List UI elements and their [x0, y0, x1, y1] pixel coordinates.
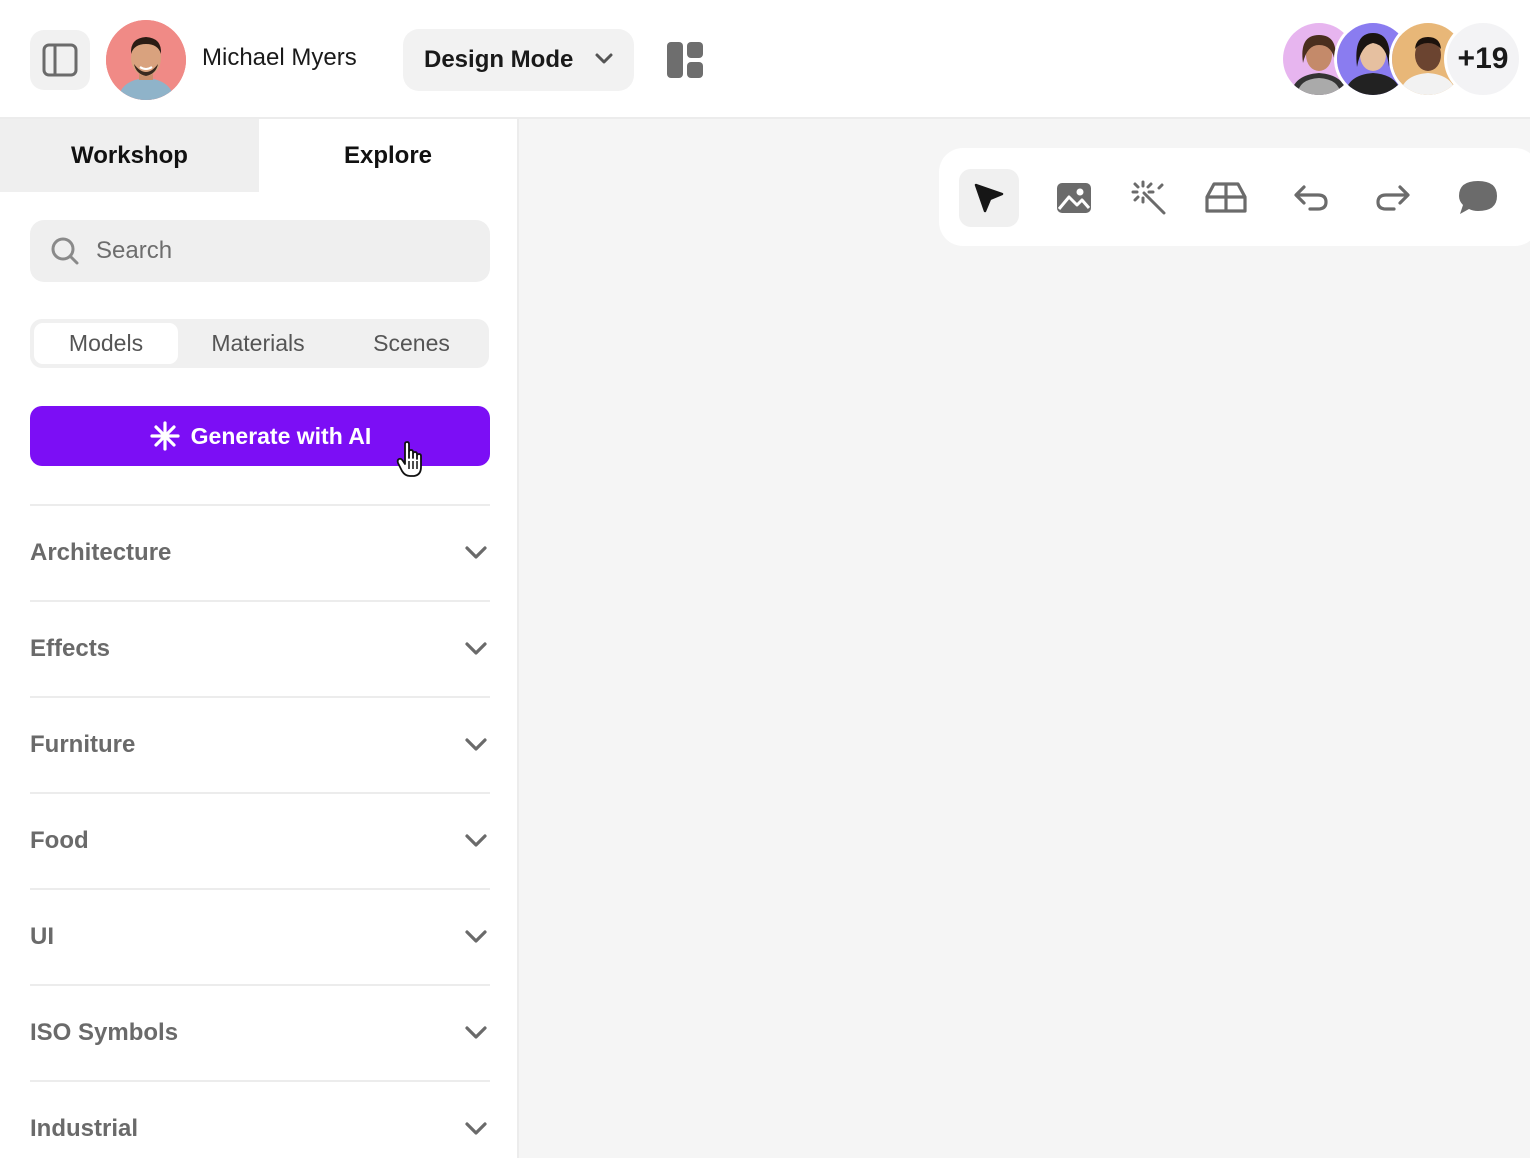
category-label: ISO Symbols [30, 1019, 179, 1046]
category-iso-symbols[interactable]: ISO Symbols [30, 984, 490, 1080]
chevron-down-icon [595, 53, 613, 64]
search-icon [51, 237, 79, 265]
category-ui[interactable]: UI [30, 888, 490, 984]
redo-button[interactable] [1363, 169, 1423, 227]
top-bar: Michael Myers Design Mode +19 [0, 0, 1530, 119]
comment-icon [1459, 181, 1497, 214]
category-label: Furniture [30, 731, 136, 758]
category-furniture[interactable]: Furniture [30, 696, 490, 792]
canvas-toolbar [939, 148, 1530, 246]
tab-workshop[interactable]: Workshop [0, 119, 259, 192]
image-icon [1057, 183, 1091, 213]
panel-tabs: Workshop Explore [0, 119, 517, 192]
layout-grid-icon [667, 42, 703, 78]
design-canvas[interactable] [519, 119, 1530, 1158]
3d-tool-button[interactable] [1196, 169, 1256, 227]
left-sidebar: Workshop Explore Models Materials Scenes… [0, 119, 519, 1158]
user-avatar[interactable] [106, 20, 186, 100]
user-avatar-image [106, 20, 186, 100]
collaborator-avatars[interactable]: +19 [1280, 20, 1522, 98]
generate-button-label: Generate with AI [190, 422, 372, 449]
magic-tool-button[interactable] [1119, 169, 1179, 227]
redo-icon [1376, 185, 1410, 211]
search-bar[interactable] [30, 220, 490, 282]
chevron-down-icon [465, 738, 487, 751]
sidebar-panel-icon [42, 43, 78, 77]
category-label: UI [30, 923, 54, 950]
magic-wand-icon [1131, 180, 1166, 215]
chevron-down-icon [465, 546, 487, 559]
layout-grid-button[interactable] [667, 42, 703, 78]
select-tool-button[interactable] [959, 169, 1019, 227]
chevron-down-icon [465, 834, 487, 847]
mode-label: Design Mode [424, 46, 574, 73]
3d-box-icon [1205, 182, 1247, 213]
undo-icon [1294, 185, 1328, 211]
sparkle-icon [150, 421, 180, 451]
undo-button[interactable] [1281, 169, 1341, 227]
category-industrial[interactable]: Industrial [30, 1080, 490, 1158]
image-tool-button[interactable] [1044, 169, 1104, 227]
category-label: Industrial [30, 1115, 139, 1142]
segment-models[interactable]: Models [34, 323, 178, 364]
category-food[interactable]: Food [30, 792, 490, 888]
category-effects[interactable]: Effects [30, 600, 490, 696]
chevron-down-icon [465, 642, 487, 655]
segment-scenes[interactable]: Scenes [338, 323, 485, 364]
category-architecture[interactable]: Architecture [30, 504, 490, 600]
select-arrow-icon [974, 183, 1004, 213]
asset-type-segmented-control: Models Materials Scenes [30, 319, 489, 368]
category-label: Effects [30, 635, 111, 662]
comment-tool-button[interactable] [1448, 169, 1508, 227]
chevron-down-icon [465, 1122, 487, 1135]
tab-explore[interactable]: Explore [259, 119, 517, 192]
category-list: Architecture Effects Furniture Food UI I… [30, 504, 490, 1158]
sidebar-toggle-button[interactable] [30, 30, 90, 90]
search-input[interactable] [96, 237, 456, 265]
mode-dropdown[interactable]: Design Mode [403, 29, 634, 91]
chevron-down-icon [465, 930, 487, 943]
category-label: Food [30, 827, 89, 854]
category-label: Architecture [30, 539, 172, 566]
segment-materials[interactable]: Materials [178, 323, 338, 364]
pointer-hand-cursor-icon [396, 441, 422, 477]
chevron-down-icon [465, 1026, 487, 1039]
user-name: Michael Myers [202, 44, 357, 71]
more-collaborators-badge[interactable]: +19 [1444, 20, 1522, 98]
